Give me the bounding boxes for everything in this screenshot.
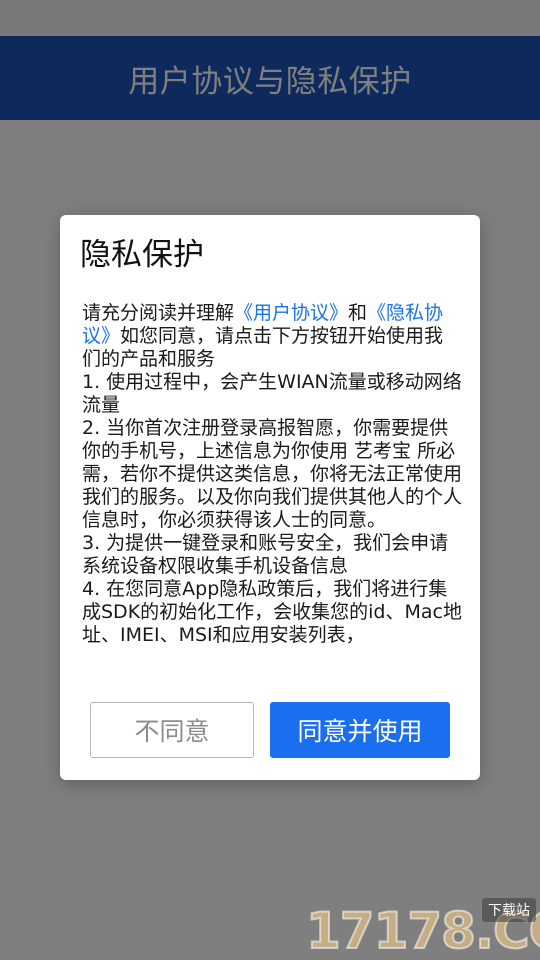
- dialog-body[interactable]: 请充分阅读并理解《用户协议》和《隐私协议》如您同意，请点击下方按钮开始使用我们的…: [82, 302, 462, 680]
- intro-paragraph: 请充分阅读并理解《用户协议》和《隐私协议》如您同意，请点击下方按钮开始使用我们的…: [82, 302, 462, 371]
- list-item: 2. 当你首次注册登录高报智愿，你需要提供你的手机号，上述信息为你使用 艺考宝 …: [82, 417, 462, 531]
- screen: 用户协议与隐私保护 隐私保护 请充分阅读并理解《用户协议》和《隐私协议》如您同意…: [0, 0, 540, 960]
- intro-rest-text: 如您同意，请点击下方按钮开始使用我们的产品和服务: [82, 325, 444, 370]
- user-agreement-link[interactable]: 《用户协议》: [234, 302, 348, 324]
- intro-and-text: 和: [348, 302, 368, 324]
- watermark-tag: 下载站: [482, 898, 536, 922]
- disagree-button[interactable]: 不同意: [90, 702, 254, 758]
- privacy-dialog: 隐私保护 请充分阅读并理解《用户协议》和《隐私协议》如您同意，请点击下方按钮开始…: [60, 215, 480, 780]
- agree-and-use-button[interactable]: 同意并使用: [270, 702, 450, 758]
- list-item: 1. 使用过程中，会产生WIAN流量或移动网络流量: [82, 371, 462, 416]
- list-item: 3. 为提供一键登录和账号安全，我们会申请系统设备权限收集手机设备信息: [82, 532, 449, 577]
- site-watermark: 17178.COM 下载站: [305, 898, 540, 960]
- list-item: 4. 在您同意App隐私政策后，我们将进行集成SDK的初始化工作，会收集您的id…: [82, 578, 462, 646]
- dialog-title: 隐私保护: [80, 237, 204, 273]
- intro-text: 请充分阅读并理解: [82, 302, 235, 324]
